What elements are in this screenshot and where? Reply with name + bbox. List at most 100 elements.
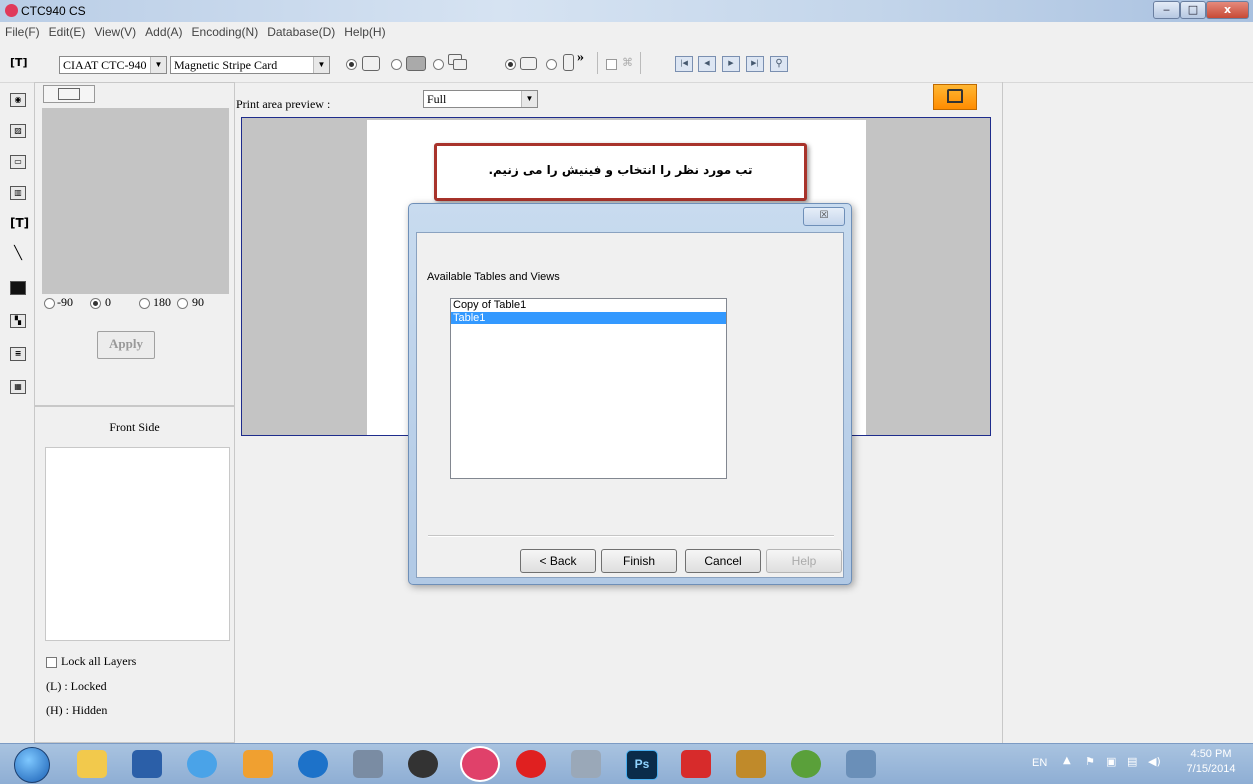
table-list-item-selected[interactable]: Table1 <box>451 312 726 324</box>
printer-icon <box>947 89 963 103</box>
menu-view[interactable]: View(V) <box>89 22 140 39</box>
shape-filled-radio[interactable] <box>391 59 402 70</box>
corel-icon[interactable] <box>791 750 821 778</box>
lock-all-layers-checkbox[interactable] <box>46 657 57 668</box>
print-area-select[interactable]: Full ▼ <box>423 90 538 108</box>
tray-expand-icon[interactable]: ▲ <box>1063 755 1071 766</box>
table-list-item[interactable]: Copy of Table1 <box>451 299 726 312</box>
ctc940-app-icon[interactable] <box>460 746 500 782</box>
frame-icon[interactable]: ▭ <box>10 155 26 169</box>
text-icon[interactable]: [T] <box>10 217 29 231</box>
cancel-button[interactable]: Cancel <box>685 549 761 573</box>
yandex-icon[interactable] <box>516 750 546 778</box>
clock-time[interactable]: 4:50 PM <box>1176 748 1246 760</box>
rotate-180-radio[interactable] <box>139 298 150 309</box>
minimize-button[interactable]: ‒ <box>1153 1 1180 19</box>
previous-page-icon[interactable]: ◀ <box>698 56 716 72</box>
menu-encoding[interactable]: Encoding(N) <box>187 22 263 39</box>
orientation-landscape-radio[interactable] <box>505 59 516 70</box>
open-folder-button[interactable] <box>43 85 95 103</box>
pencil-icon[interactable] <box>736 750 766 778</box>
qr-code-icon[interactable]: ▦ <box>10 380 26 394</box>
card-type-select-value: Magnetic Stripe Card <box>174 58 278 72</box>
printer-select[interactable]: CIAAT CTC-940 ▼ <box>59 56 167 74</box>
shape-multi-radio[interactable] <box>433 59 444 70</box>
toolbar-divider <box>597 52 598 74</box>
photo-icon[interactable]: ◉ <box>10 93 26 107</box>
rotate-90-label: 90 <box>192 295 204 309</box>
window-title: CTC940 CS <box>21 4 86 18</box>
tools-icon[interactable] <box>353 750 383 778</box>
hidden-legend: (H) : Hidden <box>46 703 108 717</box>
layers-panel: Front Side Lock all Layers (L) : Locked … <box>34 406 235 743</box>
filled-rectangle-icon <box>406 56 426 71</box>
finish-button[interactable]: Finish <box>601 549 677 573</box>
layers-list[interactable] <box>45 447 230 641</box>
menu-file[interactable]: File(F) <box>0 22 44 39</box>
card-type-select[interactable]: Magnetic Stripe Card ▼ <box>170 56 330 74</box>
network-icon[interactable]: ▤ <box>1127 755 1137 768</box>
menu-edit[interactable]: Edit(E) <box>44 22 90 39</box>
menu-database[interactable]: Database(D) <box>262 22 339 39</box>
toolbar-divider <box>640 52 641 74</box>
next-page-icon[interactable]: ▶ <box>722 56 740 72</box>
volume-icon[interactable]: ◀) <box>1148 755 1161 768</box>
rotate-0-label: 0 <box>105 295 111 309</box>
ccleaner-icon[interactable] <box>408 750 438 778</box>
image-icon[interactable]: ▨ <box>10 124 26 138</box>
toolbar-overflow-chevron[interactable]: » <box>577 50 584 66</box>
outlook-icon[interactable] <box>243 750 273 778</box>
clock-date[interactable]: 7/15/2014 <box>1176 763 1246 775</box>
sketch-icon[interactable] <box>681 750 711 778</box>
last-page-icon[interactable]: ▶| <box>746 56 764 72</box>
first-page-icon[interactable]: |◀ <box>675 56 693 72</box>
internet-explorer-icon[interactable] <box>187 750 217 778</box>
back-button[interactable]: < Back <box>520 549 596 573</box>
toolbar: [T] CIAAT CTC-940 ▼ Magnetic Stripe Card… <box>0 42 1253 83</box>
available-tables-label: Available Tables and Views <box>427 271 560 283</box>
close-button[interactable]: x <box>1206 1 1249 19</box>
select-table-dialog: ☒ Available Tables and Views Copy of Tab… <box>408 203 852 585</box>
rectangle-icon[interactable] <box>10 281 26 295</box>
taskbar: Ps EN ▲ ⚑ ▣ ▤ ◀) 4:50 PM 7/15/2014 <box>0 743 1253 784</box>
line-icon[interactable]: ╲ <box>10 247 26 262</box>
orientation-portrait-radio[interactable] <box>546 59 557 70</box>
rotate-minus90-radio[interactable] <box>44 298 55 309</box>
text-tool-icon[interactable]: [T] <box>10 56 28 69</box>
print-button[interactable] <box>933 84 977 110</box>
help-button[interactable]: Help <box>766 549 842 573</box>
chevron-down-icon: ▼ <box>521 91 537 107</box>
start-button-icon[interactable] <box>14 747 50 783</box>
barcode-icon[interactable]: ▥ <box>10 186 26 200</box>
zoom-search-icon[interactable]: ⚲ <box>770 56 788 72</box>
media-player-icon[interactable] <box>132 750 162 778</box>
dialog-close-button[interactable]: ☒ <box>803 207 845 226</box>
rotate-90-radio[interactable] <box>177 298 188 309</box>
title-bar: CTC940 CS ‒ □ x <box>0 0 1253 22</box>
dialog-separator <box>428 535 834 537</box>
apply-button[interactable]: Apply <box>97 331 155 359</box>
menu-bar: File(F) Edit(E) View(V) Add(A) Encoding(N) Da… <box>0 22 1253 42</box>
photoshop-icon[interactable]: Ps <box>626 750 658 780</box>
power-icon[interactable]: ▣ <box>1106 755 1116 768</box>
scanner-icon[interactable] <box>571 750 601 778</box>
text-field-icon[interactable]: ≡ <box>10 347 26 361</box>
teamviewer-icon[interactable] <box>298 750 328 778</box>
vmware-icon[interactable] <box>846 750 876 778</box>
toolbar-checkbox[interactable] <box>606 59 617 70</box>
rotate-0-radio[interactable] <box>90 298 101 309</box>
multi-card-icon-back <box>453 59 467 70</box>
menu-help[interactable]: Help(H) <box>339 22 389 39</box>
menu-add[interactable]: Add(A) <box>140 22 186 39</box>
picture-field-icon[interactable]: ▚ <box>10 314 26 328</box>
language-indicator[interactable]: EN <box>1032 757 1047 769</box>
chevron-down-icon: ▼ <box>313 57 329 73</box>
windows-explorer-icon[interactable] <box>77 750 107 778</box>
shape-rect-radio[interactable] <box>346 59 357 70</box>
action-center-flag-icon[interactable]: ⚑ <box>1085 755 1095 768</box>
right-panel <box>1002 82 1253 743</box>
rectangle-shape-icon <box>362 56 380 71</box>
lock-all-layers-label: Lock all Layers <box>61 654 137 668</box>
tables-listbox[interactable]: Copy of Table1 Table1 <box>450 298 727 479</box>
maximize-button[interactable]: □ <box>1180 1 1206 19</box>
